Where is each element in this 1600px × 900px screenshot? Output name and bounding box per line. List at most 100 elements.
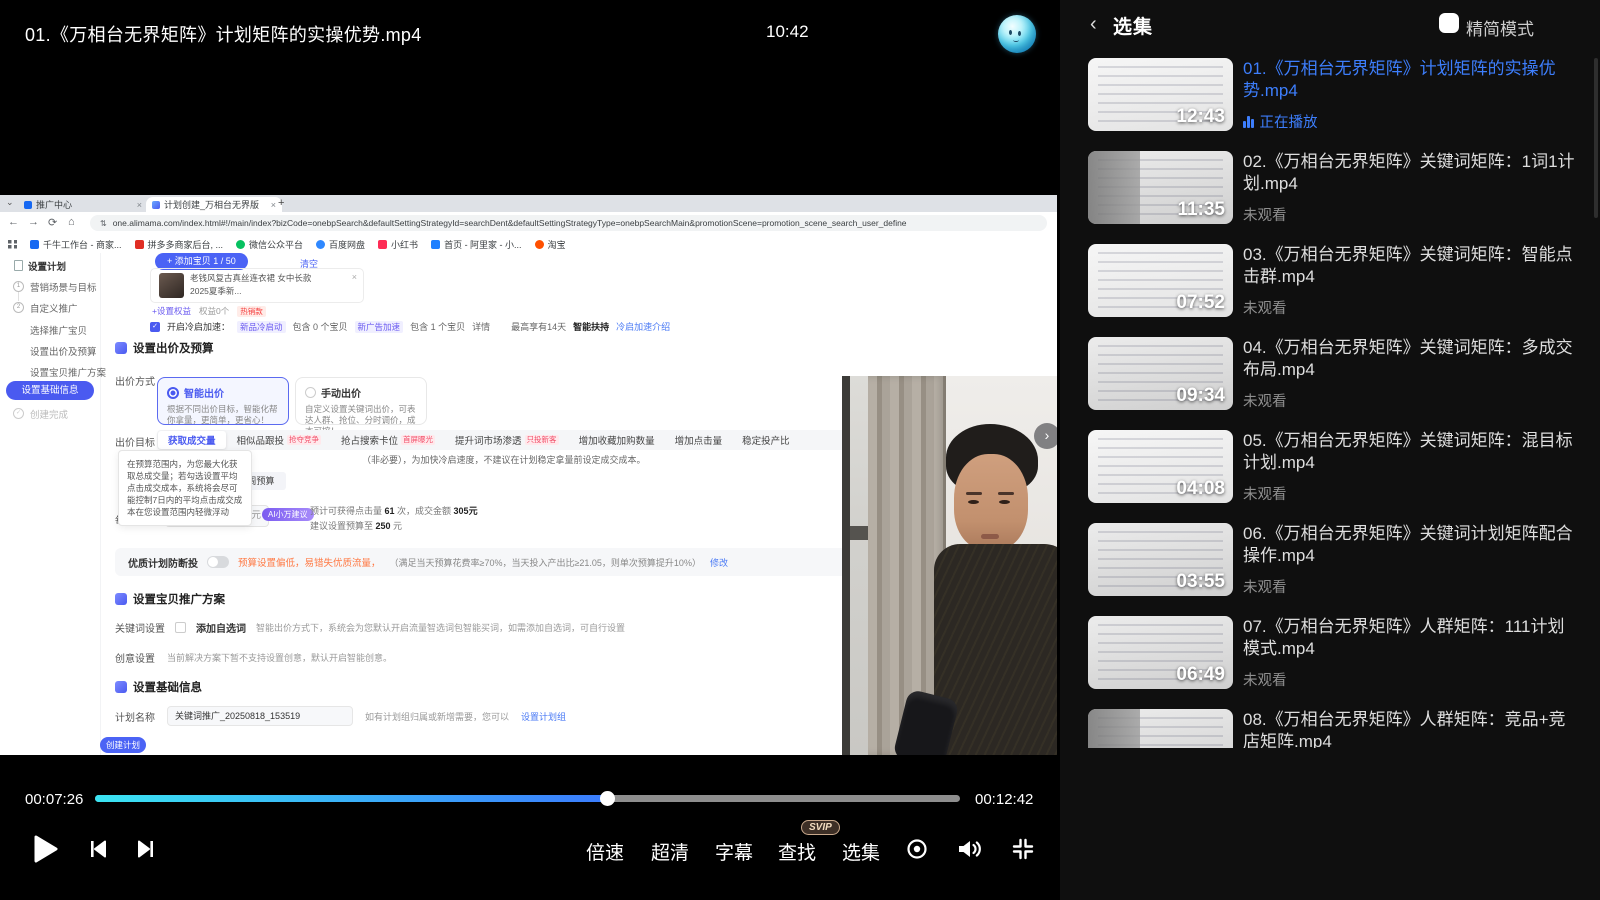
episode-title[interactable]: 06.《万相台无界矩阵》关键词计划矩阵配合操作.mp4 bbox=[1243, 523, 1578, 567]
episode-item-1[interactable]: 12:43 01.《万相台无界矩阵》计划矩阵的实操优势.mp4 正在播放 bbox=[1088, 58, 1593, 131]
volume-icon[interactable] bbox=[956, 837, 984, 866]
bookmark-ali-home[interactable]: 首页 - 阿里家 - 小... bbox=[431, 238, 522, 251]
reload-icon[interactable]: ⟳ bbox=[48, 216, 57, 229]
smart-bid-desc: 根据不同出价目标，智能化帮你拿量，更简单，更省心！ bbox=[167, 404, 279, 426]
episode-item-5[interactable]: 04:08 05.《万相台无界矩阵》关键词矩阵：混目标计划.mp4 未观看 bbox=[1088, 430, 1593, 503]
episode-title[interactable]: 02.《万相台无界矩阵》关键词矩阵：1词1计划.mp4 bbox=[1243, 151, 1578, 195]
smart-bid-card[interactable]: 智能出价 根据不同出价目标，智能化帮你拿量，更简单，更省心！ bbox=[157, 377, 289, 425]
screencast-target-icon[interactable] bbox=[905, 837, 929, 866]
next-episode-button[interactable] bbox=[135, 838, 157, 865]
episode-thumbnail[interactable]: 06:49 bbox=[1088, 616, 1233, 689]
episode-item-2[interactable]: 11:35 02.《万相台无界矩阵》关键词矩阵：1词1计划.mp4 未观看 bbox=[1088, 151, 1593, 224]
goal-tag: 首屏曝光 bbox=[401, 435, 435, 445]
episode-thumbnail[interactable]: 11:35 bbox=[1088, 151, 1233, 224]
bookmark-pdd[interactable]: 拼多多商家后台, ... bbox=[135, 238, 224, 251]
episode-title[interactable]: 03.《万相台无界矩阵》关键词矩阵：智能点击群.mp4 bbox=[1243, 244, 1578, 288]
episodes-button[interactable]: 选集 bbox=[842, 838, 880, 865]
episode-thumbnail[interactable]: 03:55 bbox=[1088, 523, 1233, 596]
set-rights-link[interactable]: +设置权益 bbox=[152, 305, 191, 317]
guard-toggle-off[interactable] bbox=[207, 556, 229, 568]
home-icon[interactable]: ⌂ bbox=[68, 216, 75, 228]
bookmark-qianniu[interactable]: 千牛工作台 - 商家... bbox=[30, 238, 122, 251]
site-settings-icon[interactable]: ⇅ bbox=[100, 219, 107, 228]
step-select-item[interactable]: 选择推广宝贝 bbox=[30, 323, 87, 337]
bookmarks-bar: 千牛工作台 - 商家... 拼多多商家后台, ... 微信公众平台 百度网盘 小… bbox=[0, 235, 1057, 254]
episode-thumbnail[interactable]: 07:52 bbox=[1088, 244, 1233, 317]
goal-tab-stable-roi[interactable]: 稳定投产比 bbox=[732, 431, 800, 449]
compact-mode-checkbox[interactable] bbox=[1439, 13, 1459, 33]
goal-tab-clicks[interactable]: 增加点击量 bbox=[665, 431, 733, 449]
exit-fullscreen-icon[interactable] bbox=[1011, 837, 1035, 866]
goal-tab-word-penetration[interactable]: 提升词市场渗透只投新客 bbox=[445, 431, 569, 449]
episode-title[interactable]: 01.《万相台无界矩阵》计划矩阵的实操优势.mp4 bbox=[1243, 58, 1578, 102]
browser-tab-promotion-center[interactable]: 推广中心 × bbox=[18, 197, 148, 212]
episode-thumbnail[interactable] bbox=[1088, 709, 1233, 748]
keyword-checkbox-label[interactable]: 添加自选词 bbox=[196, 620, 246, 635]
episode-thumbnail[interactable]: 12:43 bbox=[1088, 58, 1233, 131]
episode-thumbnail[interactable]: 09:34 bbox=[1088, 337, 1233, 410]
tab-search-caret-icon[interactable]: ⌄ bbox=[6, 197, 14, 208]
quality-button[interactable]: 超清 bbox=[651, 838, 689, 865]
step-base-info-active[interactable]: 设置基础信息 bbox=[6, 381, 94, 400]
back-icon[interactable]: ← bbox=[8, 216, 19, 228]
coldstart-benefit: 最高享有14天 bbox=[511, 320, 566, 333]
goal-tab-similar-follow[interactable]: 相似品跟投抢夺竞争 bbox=[227, 431, 332, 449]
new-tab-button[interactable]: + bbox=[278, 197, 284, 209]
mascot-bubble-icon[interactable] bbox=[998, 15, 1036, 53]
playback-speed-button[interactable]: 倍速 bbox=[586, 838, 624, 865]
goal-tab-fav-cart[interactable]: 增加收藏加购数量 bbox=[569, 431, 665, 449]
subtitles-button[interactable]: 字幕 bbox=[715, 838, 753, 865]
guard-edit-link[interactable]: 修改 bbox=[710, 556, 728, 569]
remove-product-icon[interactable]: × bbox=[352, 272, 357, 282]
step-marketing-goal[interactable]: 营销场景与目标 bbox=[30, 280, 97, 294]
play-button[interactable] bbox=[33, 834, 59, 869]
goal-tab-deal-volume[interactable]: 获取成交量 bbox=[158, 431, 226, 449]
system-clock: 10:42 bbox=[766, 22, 809, 42]
episode-item-6[interactable]: 03:55 06.《万相台无界矩阵》关键词计划矩阵配合操作.mp4 未观看 bbox=[1088, 523, 1593, 596]
episode-title[interactable]: 07.《万相台无界矩阵》人群矩阵：111计划模式.mp4 bbox=[1243, 616, 1578, 660]
coldstart-intro-link[interactable]: 冷启加速介绍 bbox=[616, 320, 670, 333]
detail-link[interactable]: 详情 bbox=[472, 320, 490, 333]
address-bar[interactable]: ⇅ one.alimama.com/index.html#!/main/inde… bbox=[90, 215, 1047, 231]
episode-item-4[interactable]: 09:34 04.《万相台无界矩阵》关键词矩阵：多成交布局.mp4 未观看 bbox=[1088, 337, 1593, 410]
status-text: 未观看 bbox=[1243, 297, 1287, 318]
bookmark-xiaohongshu[interactable]: 小红书 bbox=[378, 238, 418, 251]
episode-title[interactable]: 04.《万相台无界矩阵》关键词矩阵：多成交布局.mp4 bbox=[1243, 337, 1578, 381]
bookmark-wechat[interactable]: 微信公众平台 bbox=[236, 238, 303, 251]
collapse-sidebar-icon[interactable]: ‹ bbox=[1090, 13, 1097, 36]
bid-method-label: 出价方式 bbox=[115, 373, 155, 388]
seek-knob[interactable] bbox=[600, 791, 615, 806]
episode-item-3[interactable]: 07:52 03.《万相台无界矩阵》关键词矩阵：智能点击群.mp4 未观看 bbox=[1088, 244, 1593, 317]
episode-thumbnail[interactable]: 04:08 bbox=[1088, 430, 1233, 503]
tab-close-icon[interactable]: × bbox=[271, 200, 276, 210]
create-plan-button[interactable]: 创建计划 bbox=[100, 737, 146, 753]
step-bid-budget[interactable]: 设置出价及预算 bbox=[30, 344, 97, 358]
episode-title[interactable]: 05.《万相台无界矩阵》关键词矩阵：混目标计划.mp4 bbox=[1243, 430, 1578, 474]
goal-tab-search-slot[interactable]: 抢占搜索卡位首屏曝光 bbox=[331, 431, 445, 449]
collapse-panel-handle[interactable]: › bbox=[1034, 423, 1057, 449]
plan-name-input[interactable]: 关键词推广_20250818_153519 bbox=[167, 706, 353, 726]
tab-close-icon[interactable]: × bbox=[137, 200, 142, 210]
sidebar-scrollbar[interactable] bbox=[1594, 58, 1598, 218]
coldstart-checkbox[interactable]: ✓ bbox=[150, 322, 160, 332]
find-button[interactable]: 查找 bbox=[778, 838, 816, 865]
keyword-checkbox[interactable] bbox=[175, 622, 186, 633]
step-item-plan[interactable]: 设置宝贝推广方案 bbox=[30, 365, 106, 379]
compact-mode-label[interactable]: 精简模式 bbox=[1466, 15, 1534, 40]
step-custom-promo[interactable]: 自定义推广 bbox=[30, 301, 78, 315]
browser-tab-plan-create[interactable]: 计划创建_万相台无界版 × bbox=[146, 197, 282, 212]
episode-title[interactable]: 08.《万相台无界矩阵》人群矩阵：竞品+竞店矩阵.mp4 bbox=[1243, 709, 1578, 748]
manual-bid-card[interactable]: 手动出价 自定义设置关键词出价，可表达人群、抢位、分时调价，成本可控！ bbox=[295, 377, 427, 425]
apps-grid-icon[interactable] bbox=[8, 240, 17, 249]
plan-group-link[interactable]: 设置计划组 bbox=[521, 710, 566, 723]
rights-count: 权益0个 bbox=[199, 305, 229, 317]
previous-episode-button[interactable] bbox=[87, 838, 109, 865]
tab-label: 计划创建_万相台无界版 bbox=[164, 198, 259, 211]
forward-icon[interactable]: → bbox=[28, 216, 39, 228]
bookmark-taobao[interactable]: 淘宝 bbox=[535, 238, 566, 251]
guard-warning: 预算设置偏低，易错失优质流量， bbox=[238, 555, 381, 569]
bookmark-baidupan[interactable]: 百度网盘 bbox=[316, 238, 365, 251]
seek-bar[interactable] bbox=[95, 795, 960, 802]
episode-item-7[interactable]: 06:49 07.《万相台无界矩阵》人群矩阵：111计划模式.mp4 未观看 bbox=[1088, 616, 1593, 689]
episode-item-8[interactable]: 08.《万相台无界矩阵》人群矩阵：竞品+竞店矩阵.mp4 bbox=[1088, 709, 1593, 748]
